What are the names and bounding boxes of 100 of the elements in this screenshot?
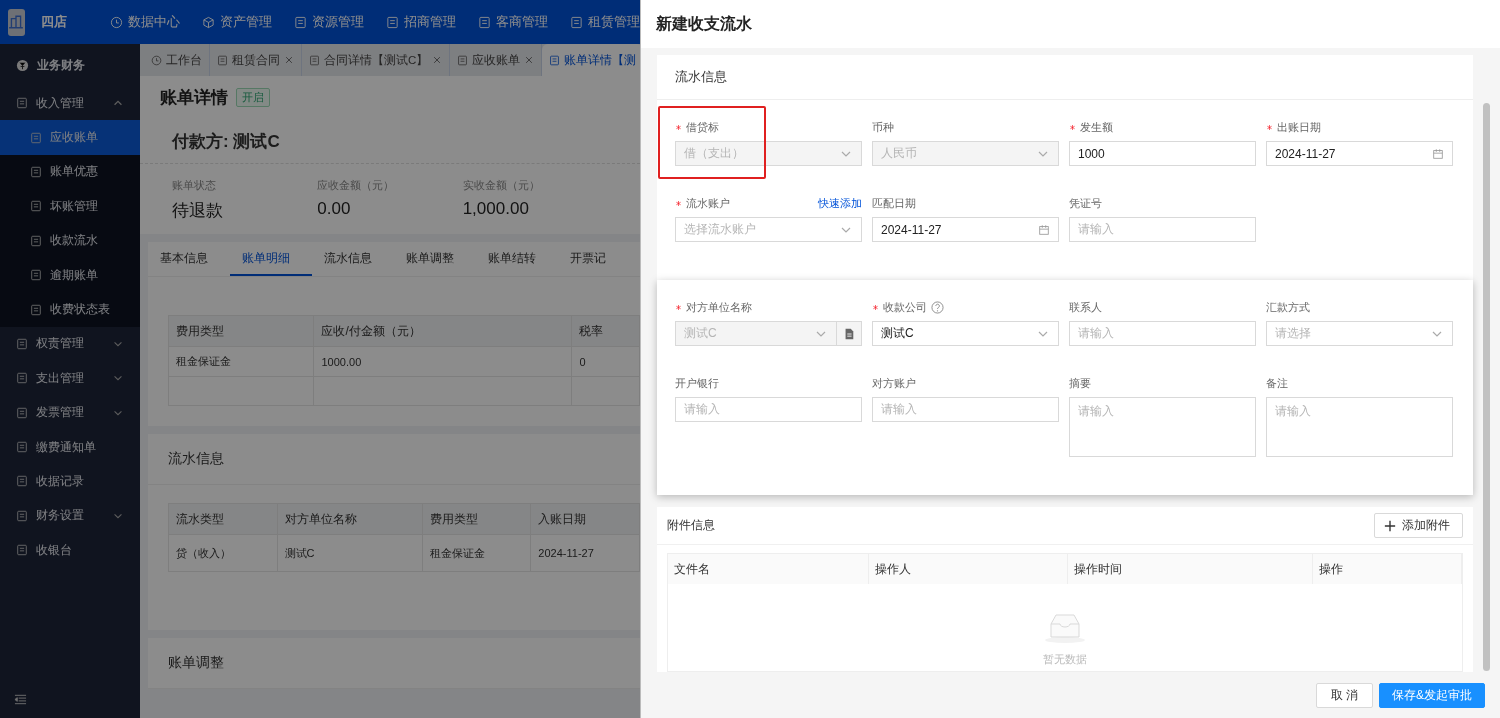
document-icon <box>30 234 42 247</box>
sidebar-group[interactable]: 权责管理 <box>0 326 140 362</box>
column-header: 操作人 <box>869 554 1068 584</box>
document-icon <box>30 131 42 144</box>
document-icon <box>16 475 28 488</box>
field-label: 摘要 <box>1069 375 1091 391</box>
drawer-title: 新建收支流水 <box>656 13 752 34</box>
status-badge: 开启 <box>236 87 270 107</box>
sidebar-item[interactable]: 应收账单 <box>0 120 140 155</box>
field-label: 对方单位名称 <box>686 299 752 315</box>
select-field[interactable]: 测试C <box>872 321 1059 346</box>
close-icon <box>524 55 535 65</box>
help-icon <box>931 300 944 314</box>
nav-item[interactable]: 资产管理 <box>202 13 272 31</box>
cancel-button[interactable]: 取 消 <box>1315 682 1373 708</box>
sidebar-item[interactable]: 收银台 <box>0 533 140 568</box>
column-header: 操作时间 <box>1068 554 1313 584</box>
section-title: 账单调整 <box>168 654 224 672</box>
field-label: 凭证号 <box>1069 195 1102 211</box>
column-header: 流水类型 <box>168 503 278 535</box>
collapse-menu-icon <box>14 693 27 706</box>
stat-value: 1,000.00 <box>462 199 530 219</box>
section-title: 流水信息 <box>168 450 224 468</box>
stat-value: 0.00 <box>317 199 352 219</box>
document-icon <box>30 269 42 282</box>
sidebar-group[interactable]: 发票管理 <box>0 395 140 430</box>
required-icon <box>675 303 682 311</box>
sidebar-heading: 业务财务 <box>37 56 85 74</box>
detail-tab[interactable]: 账单调整 <box>394 242 476 276</box>
document-icon <box>16 544 28 557</box>
stat-label: 实收金额（元） <box>462 178 541 193</box>
document-icon <box>16 97 28 110</box>
required-icon <box>1069 123 1076 131</box>
nav-item[interactable]: 招商管理 <box>386 13 456 31</box>
document-icon <box>30 200 42 213</box>
table-cell: 租金保证金 <box>422 534 531 572</box>
sidebar-item[interactable]: 逾期账单 <box>0 257 140 293</box>
input-field[interactable]: 1000 <box>1069 141 1256 166</box>
payer-name: 付款方: 测试C <box>172 132 280 151</box>
empty-text: 暂无数据 <box>1043 652 1087 667</box>
column-header: 对方单位名称 <box>277 503 423 535</box>
field-label: 匹配日期 <box>872 195 916 211</box>
store-name: 四店 <box>40 13 68 31</box>
field-label: 流水账户 <box>686 195 730 211</box>
document-icon <box>30 165 42 178</box>
date-field[interactable]: 2024-11-27 <box>872 217 1059 242</box>
picker-button[interactable] <box>837 321 862 346</box>
sidebar-item[interactable]: 缴费通知单 <box>0 429 140 465</box>
detail-tab[interactable]: 基本信息 <box>148 242 230 276</box>
detail-tab[interactable]: 账单结转 <box>476 242 558 276</box>
sidebar-group[interactable]: 支出管理 <box>0 361 140 396</box>
sidebar-group[interactable]: 财务设置 <box>0 498 140 534</box>
field-label: 汇款方式 <box>1266 299 1310 315</box>
column-header: 入账日期 <box>530 503 640 535</box>
sidebar-group[interactable]: 收入管理 <box>0 86 140 121</box>
submit-button[interactable]: 保存&发起审批 <box>1379 682 1485 708</box>
nav-item[interactable]: 资源管理 <box>294 13 364 31</box>
section-title: 附件信息 <box>667 517 715 534</box>
table-cell: 租金保证金 <box>168 346 314 377</box>
detail-tab[interactable]: 流水信息 <box>312 242 394 276</box>
column-header: 税率 <box>571 315 640 347</box>
column-header: 操作 <box>1313 554 1462 584</box>
calendar-icon <box>1432 147 1444 160</box>
detail-tab[interactable]: 账单明细 <box>230 242 312 276</box>
sidebar-item[interactable]: 收款流水 <box>0 223 140 258</box>
document-icon <box>16 441 28 454</box>
required-icon <box>675 123 682 131</box>
detail-tab[interactable]: 开票记 <box>558 242 640 276</box>
nav-item[interactable]: 客商管理 <box>478 13 548 31</box>
section-title: 流水信息 <box>675 68 727 86</box>
field-label: 出账日期 <box>1277 119 1321 135</box>
table-cell: 1000.00 <box>314 346 572 377</box>
add-attachment-button[interactable]: 添加附件 <box>1374 513 1463 538</box>
page-tab[interactable]: 账单详情【测 <box>542 44 640 76</box>
field-label: 收款公司 <box>883 299 927 315</box>
required-icon <box>872 303 879 311</box>
page-title: 账单详情 <box>160 86 228 109</box>
document-icon <box>16 337 28 350</box>
field-label: 借贷标 <box>686 119 719 135</box>
required-icon <box>675 199 682 207</box>
document-icon <box>16 509 28 522</box>
nav-item[interactable]: 数据中心 <box>110 13 180 31</box>
close-icon <box>432 55 443 65</box>
field-label: 备注 <box>1266 375 1288 391</box>
stat-label: 账单状态 <box>172 178 217 193</box>
nav-item[interactable]: 租赁管理 <box>570 13 640 31</box>
coin-icon <box>16 58 29 72</box>
plus-icon <box>1384 519 1396 532</box>
stat-label: 应收金额（元） <box>317 178 396 193</box>
document-icon <box>16 372 28 385</box>
stat-value: 待退款 <box>172 200 224 222</box>
column-header: 文件名 <box>668 554 869 584</box>
field-label: 开户银行 <box>675 375 719 391</box>
sidebar-item[interactable]: 收据记录 <box>0 464 140 499</box>
sidebar-item[interactable]: 账单优惠 <box>0 154 140 190</box>
date-field[interactable]: 2024-11-27 <box>1266 141 1453 166</box>
column-header: 费用类型 <box>168 315 314 347</box>
sidebar-item[interactable]: 收费状态表 <box>0 292 140 327</box>
sidebar-item[interactable]: 坏账管理 <box>0 189 140 224</box>
quick-add-link[interactable]: 快速添加 <box>818 195 862 211</box>
